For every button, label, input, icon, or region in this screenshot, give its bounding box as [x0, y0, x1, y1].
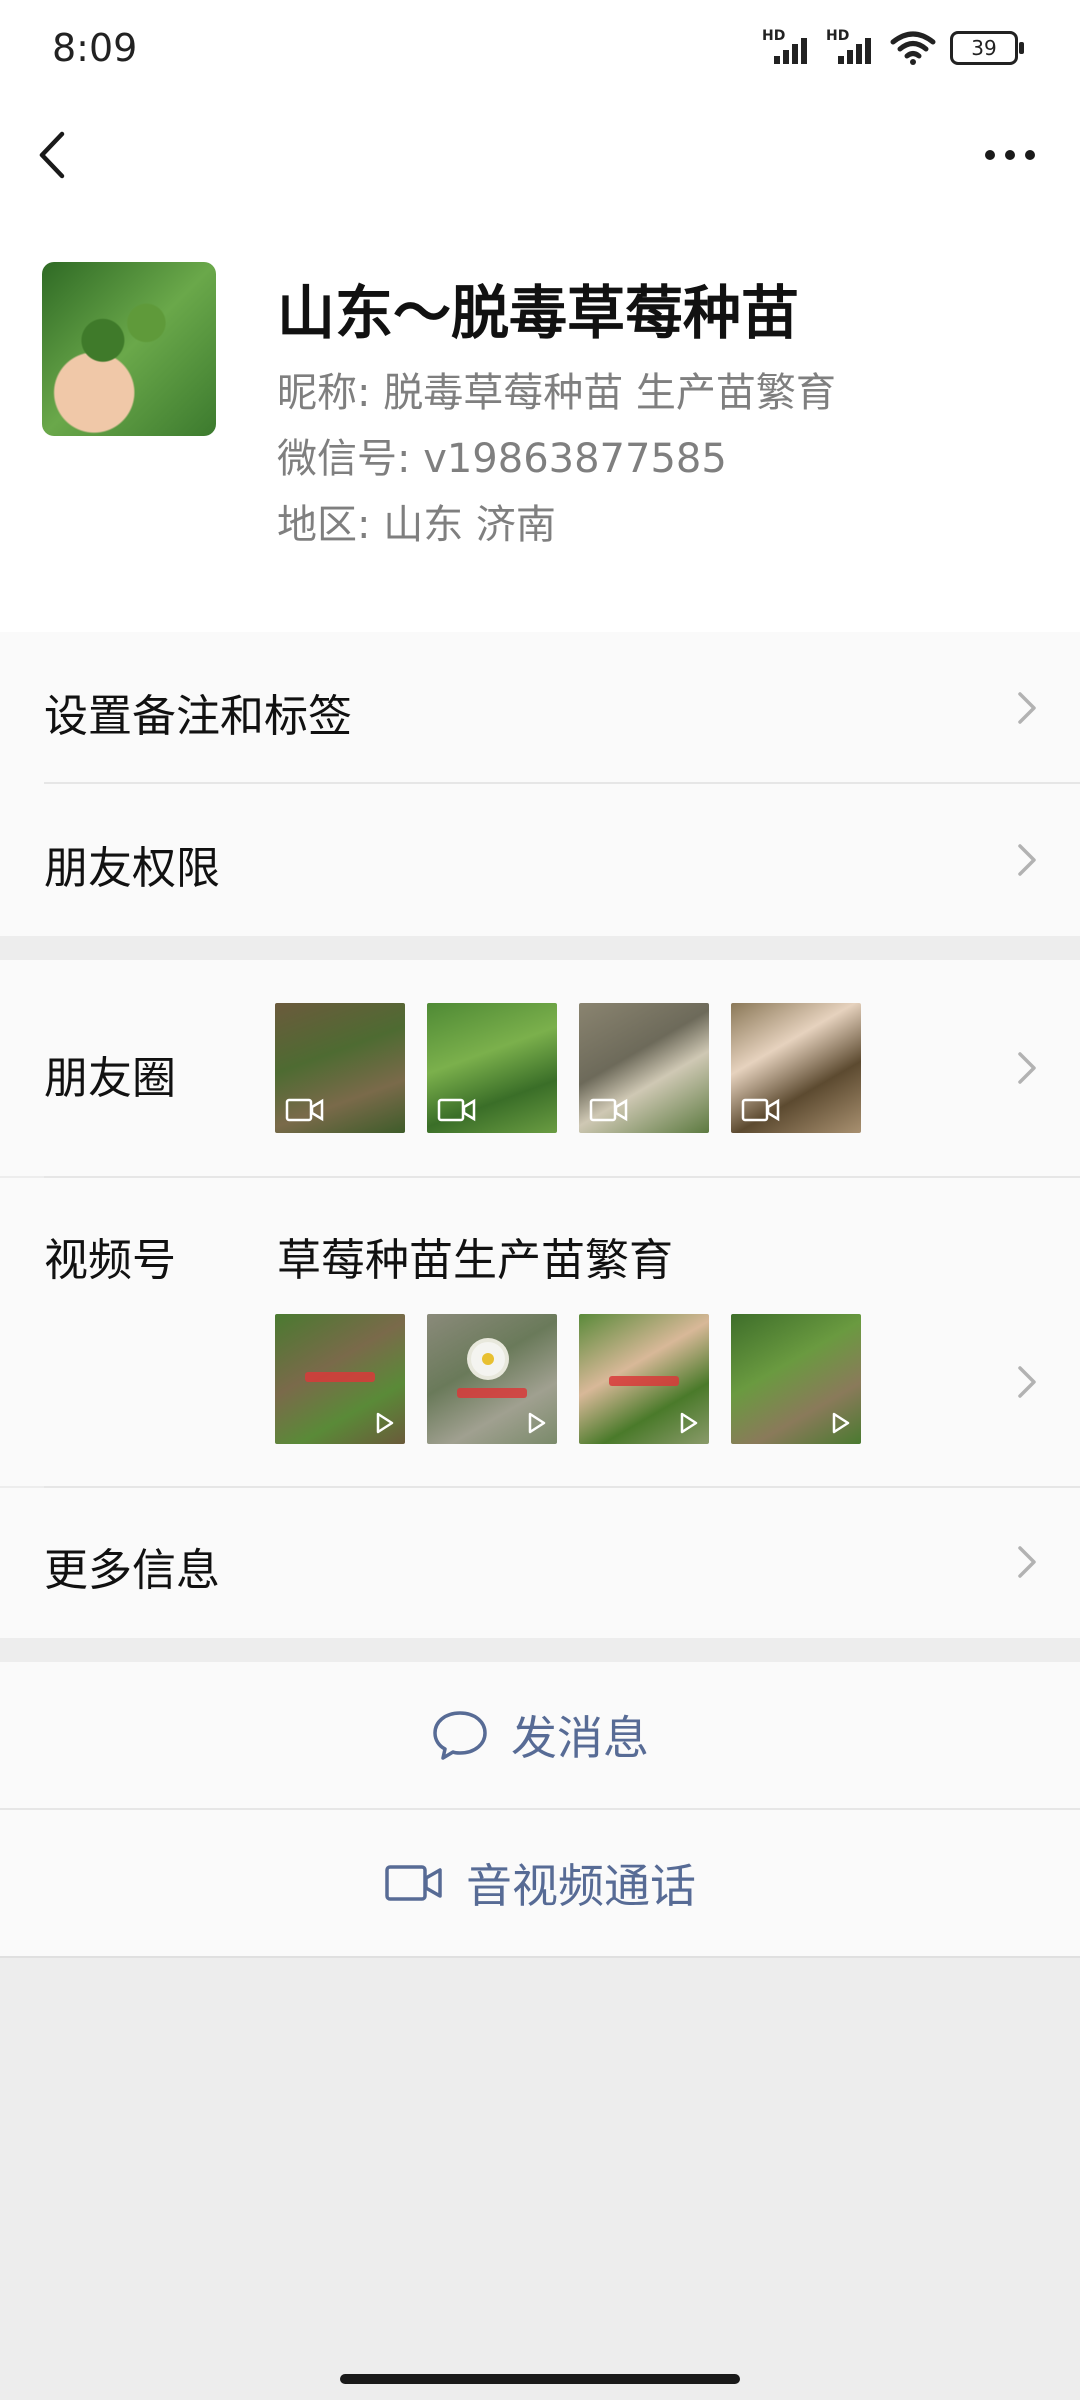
chevron-right-icon [1018, 692, 1036, 724]
video-camera-icon [285, 1098, 324, 1122]
friend-permissions-row[interactable]: 朋友权限 [0, 784, 1080, 936]
set-remark-label: 设置备注和标签 [44, 691, 352, 742]
more-dots-icon[interactable] [970, 120, 1050, 190]
hd-label-2: HD [826, 28, 850, 44]
cellular-signal-icon: HD [762, 28, 812, 68]
home-indicator[interactable] [340, 2374, 740, 2384]
chevron-right-icon [1018, 1546, 1036, 1578]
region-text: 地区: 山东 济南 [277, 502, 556, 548]
nickname-text: 昵称: 脱毒草莓种苗 生产苗繁育 [277, 370, 836, 416]
chat-bubble-icon [433, 1711, 487, 1760]
hd-label: HD [762, 28, 786, 44]
back-arrow-icon[interactable] [30, 120, 100, 190]
video-camera-icon [589, 1098, 628, 1122]
moments-thumbnail [427, 1003, 557, 1133]
video-camera-icon [741, 1098, 780, 1122]
moments-row[interactable]: 朋友圈 [0, 960, 1080, 1176]
chevron-right-icon [1018, 1052, 1036, 1084]
channels-row[interactable]: 视频号 草莓种苗生产苗繁育 [0, 1178, 1080, 1486]
video-camera-icon [385, 1865, 442, 1901]
play-icon [832, 1412, 850, 1434]
status-bar: 8:09 HD HD 39 [0, 0, 1080, 100]
channels-thumbnail [427, 1314, 557, 1444]
moments-label: 朋友圈 [44, 1053, 176, 1104]
battery-icon: 39 [950, 31, 1024, 65]
play-icon [528, 1412, 546, 1434]
chevron-right-icon [1018, 844, 1036, 876]
send-message-label: 发消息 [511, 1711, 649, 1765]
divider [0, 1956, 1080, 1958]
more-info-label: 更多信息 [44, 1545, 220, 1596]
video-call-button[interactable]: 音视频通话 [0, 1810, 1080, 1956]
channels-thumbnail [731, 1314, 861, 1444]
wifi-icon [890, 31, 936, 65]
video-call-label: 音视频通话 [466, 1859, 696, 1913]
channels-thumbnail [579, 1314, 709, 1444]
profile-header: 山东～脱毒草莓种苗 昵称: 脱毒草莓种苗 生产苗繁育 微信号: v1986387… [0, 210, 1080, 632]
channels-thumbnail [275, 1314, 405, 1444]
nav-bar [0, 100, 1080, 210]
avatar[interactable] [42, 262, 216, 436]
channels-label: 视频号 [44, 1235, 176, 1286]
moments-thumbnail [731, 1003, 861, 1133]
set-remark-row[interactable]: 设置备注和标签 [0, 632, 1080, 784]
send-message-button[interactable]: 发消息 [0, 1662, 1080, 1808]
cellular-signal-icon-2: HD [826, 28, 876, 68]
play-icon [376, 1412, 394, 1434]
moments-thumbnail [275, 1003, 405, 1133]
status-icons: HD HD 39 [762, 28, 1024, 68]
wechat-id-text: 微信号: v19863877585 [277, 436, 727, 482]
video-camera-icon [437, 1098, 476, 1122]
chevron-right-icon [1018, 1366, 1036, 1398]
status-time: 8:09 [52, 26, 138, 70]
play-icon [680, 1412, 698, 1434]
moments-thumbnail [579, 1003, 709, 1133]
contact-name: 山东～脱毒草莓种苗 [277, 279, 800, 347]
friend-permissions-label: 朋友权限 [44, 843, 220, 894]
more-info-row[interactable]: 更多信息 [0, 1488, 1080, 1638]
channels-title: 草莓种苗生产苗繁育 [277, 1235, 673, 1286]
